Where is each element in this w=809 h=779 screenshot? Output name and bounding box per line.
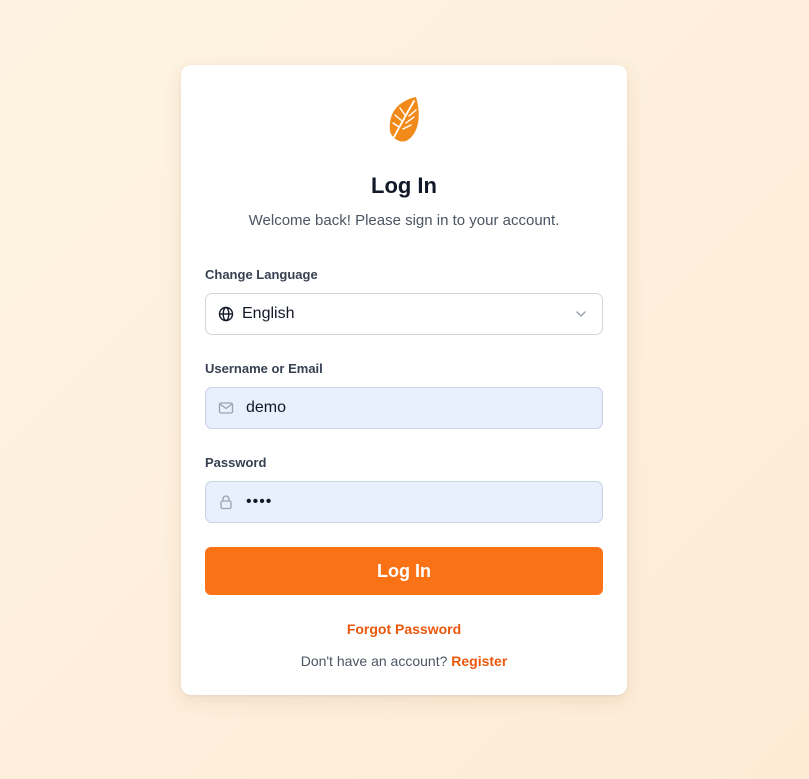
leaf-icon [389, 97, 419, 142]
login-card: Log In Welcome back! Please sign in to y… [181, 65, 627, 695]
login-button[interactable]: Log In [205, 547, 603, 595]
username-value: demo [246, 399, 287, 416]
password-label: Password [205, 455, 267, 470]
register-prompt: Don't have an account? [300, 653, 448, 669]
forgot-password-link[interactable]: Forgot Password [181, 621, 627, 637]
password-value: •••• [246, 493, 273, 510]
register-row: Don't have an account? Register [181, 653, 627, 669]
language-label: Change Language [205, 267, 318, 282]
language-select[interactable]: English [205, 293, 603, 335]
globe-icon [218, 306, 234, 322]
mail-icon [218, 400, 234, 416]
page-subtitle: Welcome back! Please sign in to your acc… [248, 212, 560, 229]
page-title: Log In [371, 173, 437, 198]
lock-icon [218, 494, 234, 510]
username-label: Username or Email [205, 361, 323, 376]
language-select-value: English [242, 305, 295, 322]
chevron-down-icon [576, 311, 586, 317]
username-field[interactable]: demo [205, 387, 603, 429]
password-field[interactable]: •••• [205, 481, 603, 523]
register-link[interactable]: Register [451, 653, 507, 669]
